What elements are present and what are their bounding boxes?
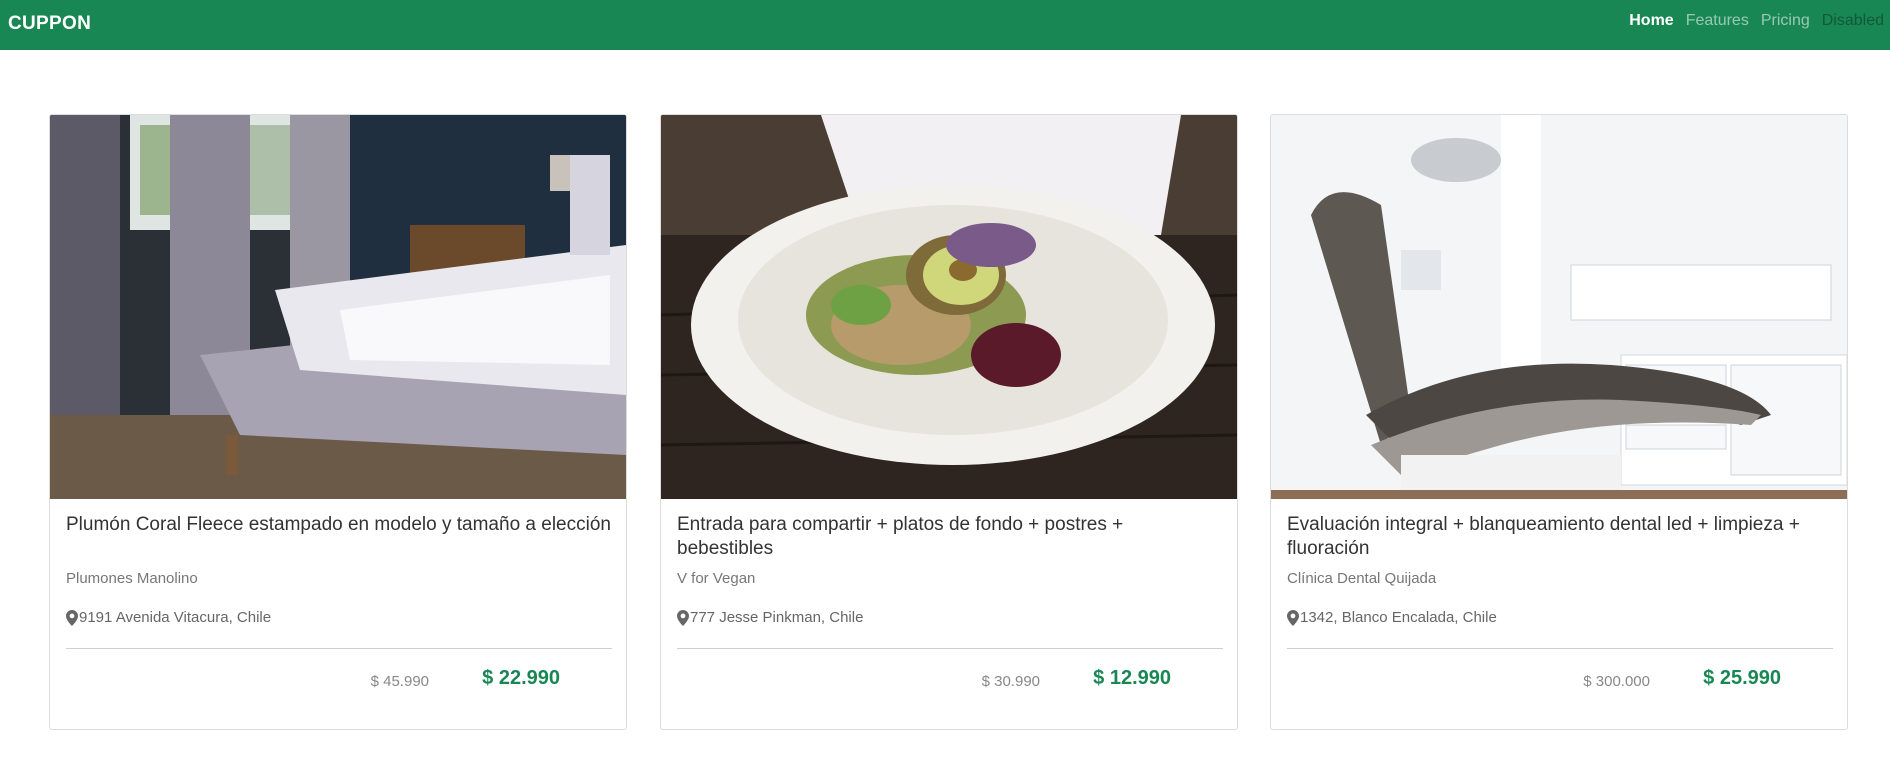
divider: [66, 648, 612, 649]
deal-card[interactable]: Evaluación integral + blanqueamiento den…: [1270, 114, 1848, 730]
vegan-dish-photo[interactable]: [661, 115, 1237, 499]
deal-title[interactable]: Evaluación integral + blanqueamiento den…: [1287, 513, 1833, 561]
map-pin-icon: [1287, 609, 1299, 626]
deal-card[interactable]: Entrada para compartir + platos de fondo…: [660, 114, 1238, 730]
deal-title[interactable]: Plumón Coral Fleece estampado en modelo …: [66, 513, 612, 537]
company-name: Clínica Dental Quijada: [1287, 570, 1437, 587]
deal-card[interactable]: Plumón Coral Fleece estampado en modelo …: [49, 114, 627, 730]
divider: [677, 648, 1223, 649]
location-text: 9191 Avenida Vitacura, Chile: [79, 609, 272, 626]
bedroom-photo[interactable]: [50, 115, 626, 499]
nav-link-pricing[interactable]: Pricing: [1755, 12, 1816, 30]
discount-price: $ 22.990: [482, 667, 560, 689]
nav-links: Home Features Pricing Disabled: [1623, 12, 1890, 30]
map-pin-icon: [66, 609, 78, 626]
company-name: Plumones Manolino: [66, 570, 198, 587]
nav-link-disabled: Disabled: [1821, 12, 1884, 29]
original-price: $ 300.000: [1583, 673, 1650, 690]
original-price: $ 30.990: [981, 673, 1040, 690]
nav-link-features[interactable]: Features: [1680, 12, 1755, 30]
original-price: $ 45.990: [370, 673, 429, 690]
location-text: 1342, Blanco Encalada, Chile: [1300, 609, 1497, 626]
location-text: 777 Jesse Pinkman, Chile: [690, 609, 864, 626]
location: 777 Jesse Pinkman, Chile: [677, 609, 863, 626]
nav-link-home[interactable]: Home: [1623, 12, 1679, 30]
divider: [1287, 648, 1833, 649]
deal-title[interactable]: Entrada para compartir + platos de fondo…: [677, 513, 1223, 561]
discount-price: $ 12.990: [1093, 667, 1171, 689]
dental-clinic-photo[interactable]: [1271, 115, 1847, 499]
discount-price: $ 25.990: [1703, 667, 1781, 689]
location: 1342, Blanco Encalada, Chile: [1287, 609, 1497, 626]
location: 9191 Avenida Vitacura, Chile: [66, 609, 271, 626]
company-name: V for Vegan: [677, 570, 756, 587]
map-pin-icon: [677, 609, 689, 626]
brand-logo[interactable]: CUPPON: [8, 13, 91, 35]
navbar: CUPPON Home Features Pricing Disabled: [0, 0, 1890, 50]
